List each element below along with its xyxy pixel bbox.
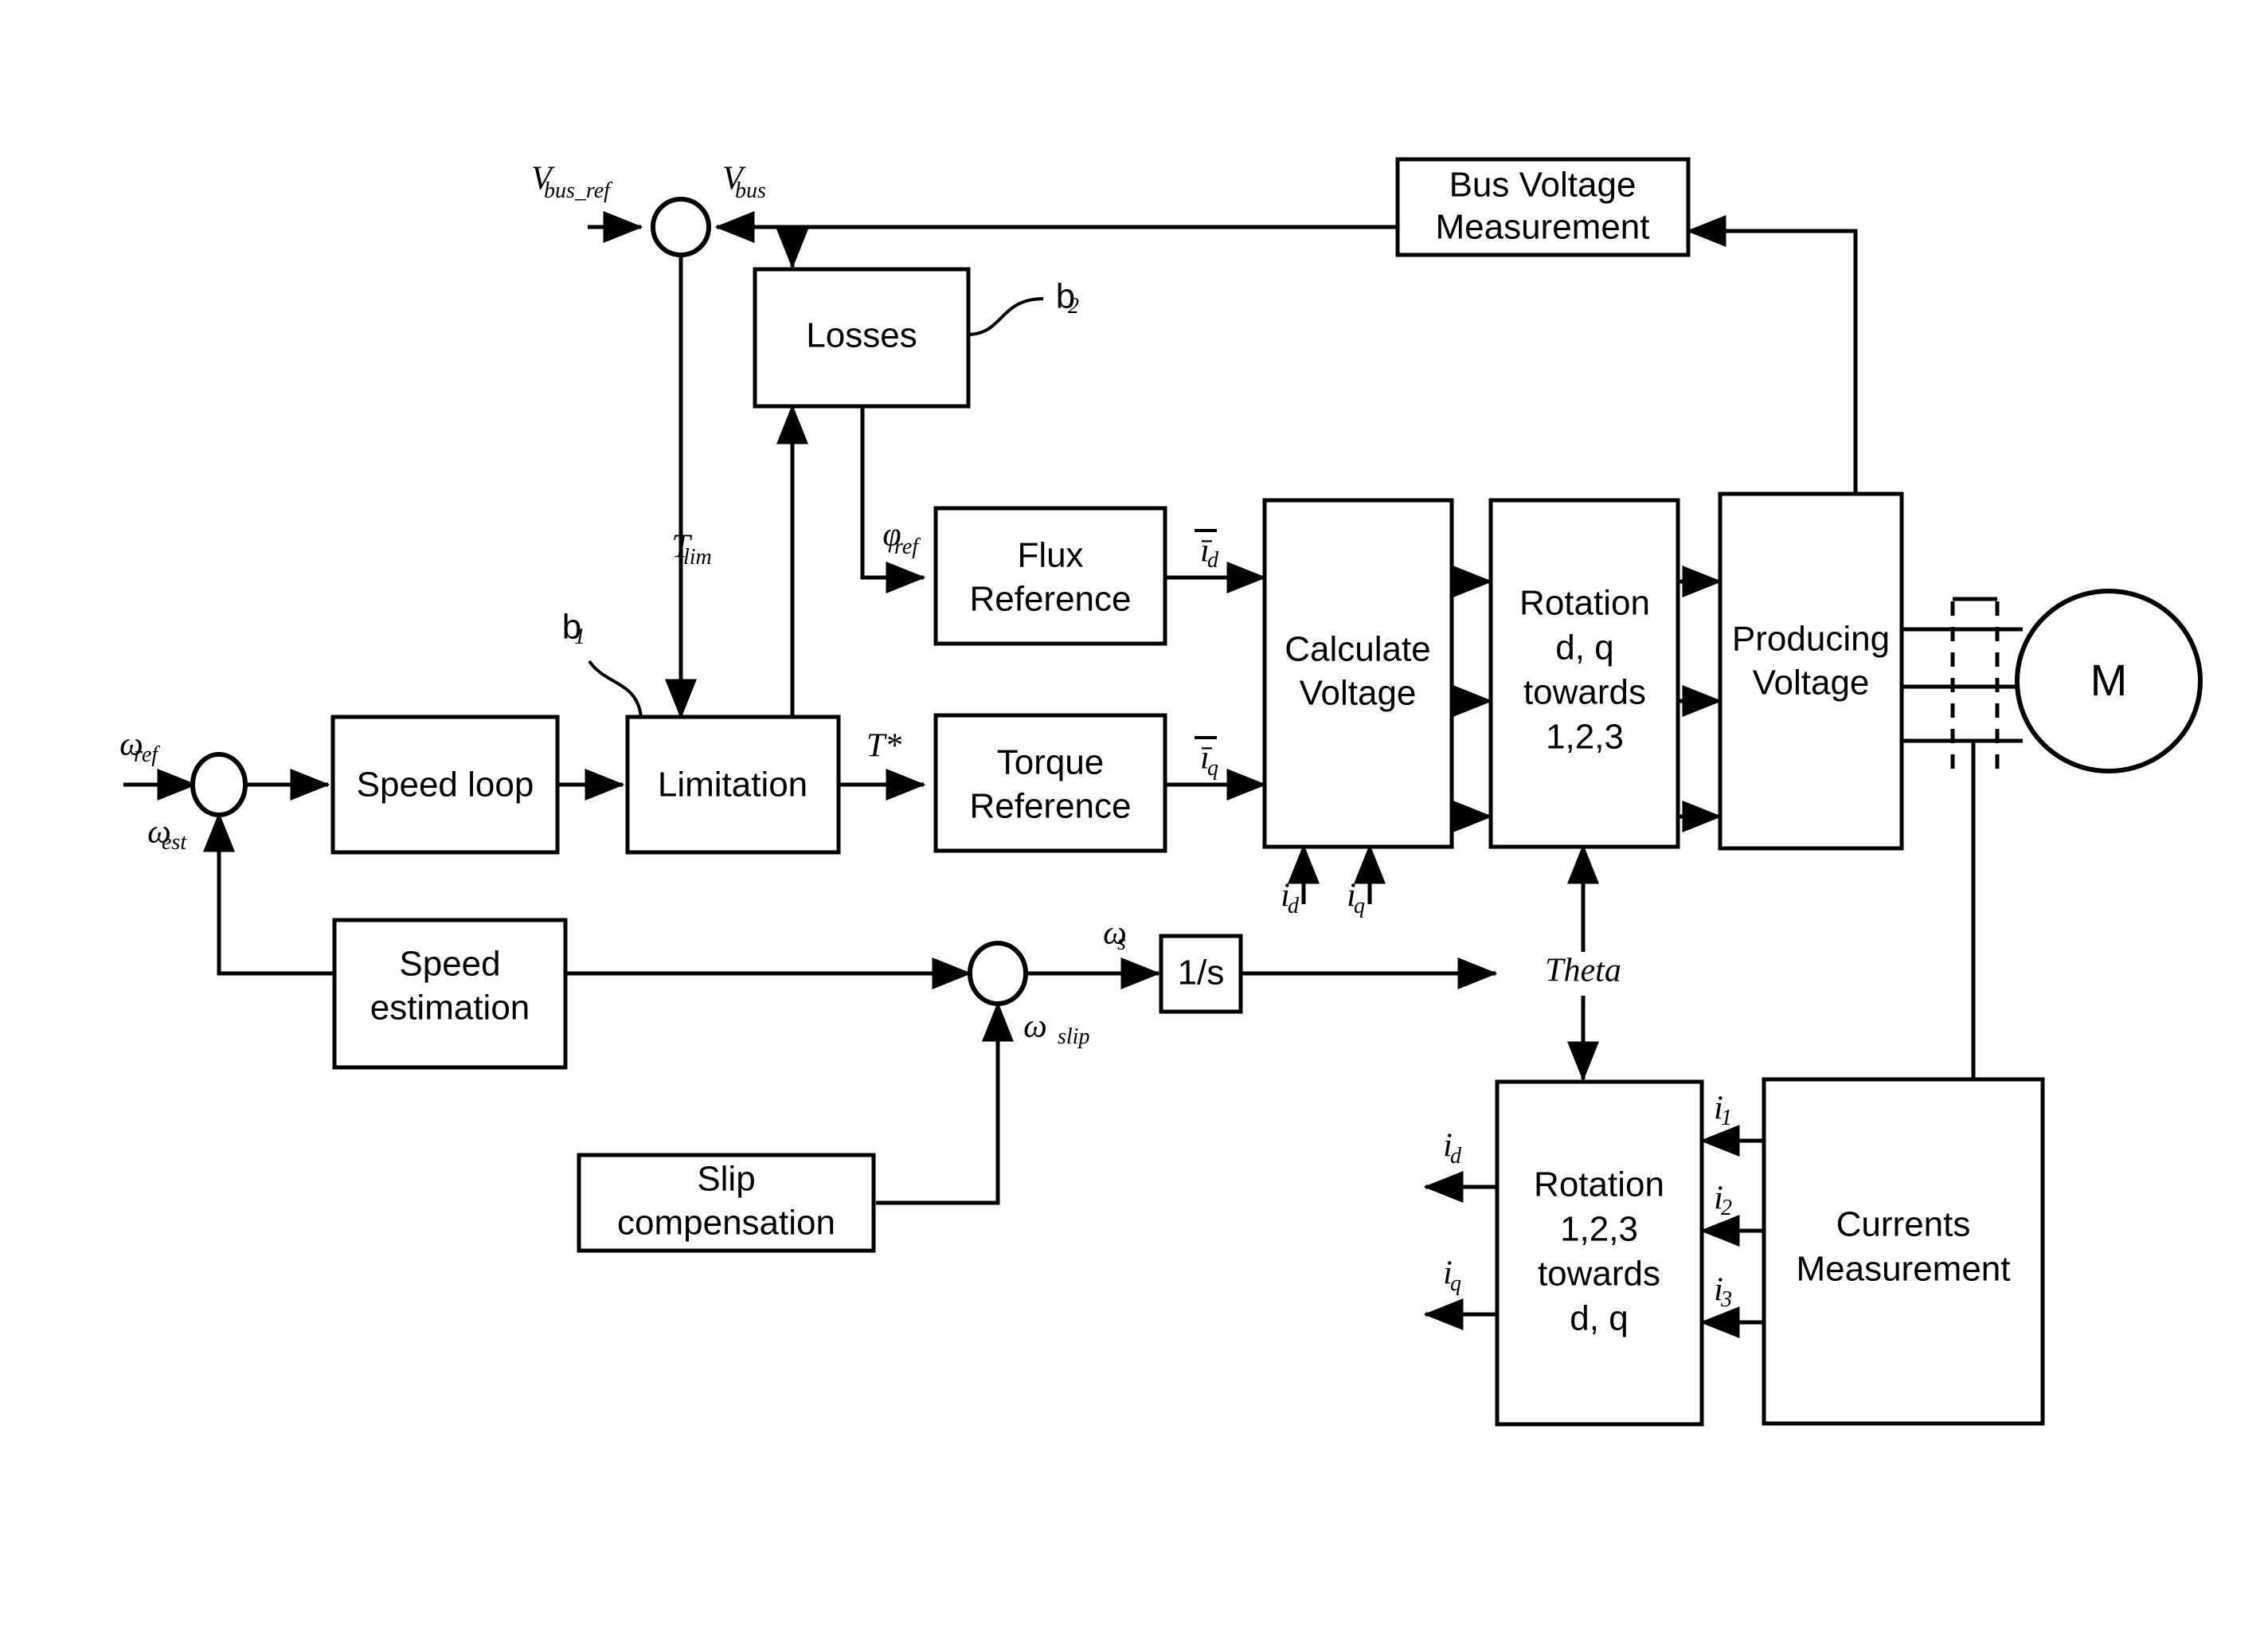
block-label-rotation-dq-2: d, q [1555, 628, 1613, 668]
block-label-bus-voltage-measurement-2: Measurement [1435, 208, 1649, 247]
block-label-speed-loop: Speed loop [357, 766, 534, 805]
block-diagram-canvas: Bus Voltage Measurement Losses Flux Refe… [0, 0, 2268, 1629]
signal-label-omega-slip: ω slip [1023, 1008, 1089, 1049]
block-label-limitation: Limitation [658, 766, 807, 805]
signal-label-i1: i 1 [1714, 1091, 1732, 1130]
block-label-slip-compensation-2: compensation [617, 1204, 835, 1243]
block-label-rotation-123-1: Rotation [1534, 1165, 1664, 1204]
signal-omega-slip-base: ω [1023, 1008, 1047, 1045]
block-label-rotation-dq-4: 1,2,3 [1546, 718, 1624, 757]
callout-b1: b 1 [562, 608, 585, 649]
signal-vbus-ref-sub: bus_ref [544, 178, 612, 203]
wire-feedback-to-speed-estimation [217, 797, 334, 976]
signal-label-iq-feedback: i q [1347, 878, 1365, 918]
block-calculate-voltage[interactable]: Calculate Voltage [1262, 498, 1454, 849]
signal-vbus-sub: bus [735, 178, 766, 203]
signal-label-omega-est: ω est [147, 814, 187, 855]
wire-calculate-voltage-to-rotation-dq [1449, 566, 1493, 832]
signal-theta: Theta [1545, 953, 1621, 989]
signal-iq-out-sub: q [1450, 1271, 1461, 1296]
block-label-currents-measurement-2: Measurement [1796, 1250, 2010, 1289]
callout-b1-sub: 1 [574, 625, 585, 649]
signal-phi-ref-sub: ref [894, 535, 921, 559]
block-speed-loop[interactable]: Speed loop [330, 715, 560, 855]
block-label-rotation-123-2: 1,2,3 [1560, 1210, 1638, 1249]
signal-label-omega-s: ω s [1103, 915, 1127, 955]
summing-junction-bus-voltage[interactable] [651, 197, 711, 257]
block-speed-estimation[interactable]: Speed estimation [332, 918, 568, 1070]
signal-label-vbus-ref: V bus_ref [531, 161, 612, 203]
signal-label-i3: i 3 [1714, 1272, 1732, 1312]
block-label-rotation-123-4: d, q [1570, 1299, 1628, 1338]
block-label-slip-compensation-1: Slip [697, 1160, 755, 1199]
block-label-calculate-voltage-2: Voltage [1300, 674, 1417, 713]
block-label-currents-measurement-1: Currents [1836, 1205, 1971, 1244]
signal-label-i2: i 2 [1714, 1181, 1732, 1220]
signal-label-id-bar: ī d [1195, 529, 1219, 573]
motor-label: M [2090, 655, 2128, 705]
signal-iq-bar-sub: q [1207, 756, 1218, 781]
summing-junction-slip[interactable] [968, 941, 1028, 1006]
block-losses[interactable]: Losses [753, 267, 971, 409]
signal-label-omega-ref: ω ref [119, 726, 160, 767]
signal-i1-sub: 1 [1721, 1106, 1732, 1130]
signal-label-iq-bar: ī q [1195, 736, 1218, 781]
wire-slip-compensation-to-slip-sum [876, 1001, 1014, 1205]
signal-label-t-lim: T lim [671, 529, 711, 570]
block-label-rotation-dq-3: towards [1523, 673, 1646, 712]
block-producing-voltage[interactable]: Producing Voltage [1718, 491, 1904, 851]
signal-label-vbus: V bus [722, 161, 766, 203]
block-label-rotation-dq-1: Rotation [1519, 584, 1650, 623]
block-flux-reference[interactable]: Flux Reference [933, 506, 1167, 646]
signal-omega-est-sub: est [162, 830, 187, 855]
block-label-producing-voltage-1: Producing [1732, 620, 1890, 659]
signal-label-iq-out: i q [1443, 1255, 1461, 1296]
signal-label-theta: Theta [1545, 953, 1621, 989]
block-torque-reference[interactable]: Torque Reference [933, 713, 1167, 853]
wire-rotation-dq-to-producing-voltage [1675, 566, 1723, 832]
block-label-rotation-123-3: towards [1538, 1255, 1660, 1294]
block-rotation-dq-to-123[interactable]: Rotation d, q towards 1,2,3 [1488, 498, 1680, 849]
summing-junction-speed[interactable] [190, 752, 248, 817]
diagram-svg: Bus Voltage Measurement Losses Flux Refe… [119, 157, 2203, 1427]
block-rotation-123-to-dq[interactable]: Rotation 1,2,3 towards d, q [1495, 1079, 1704, 1427]
block-limitation[interactable]: Limitation [625, 715, 841, 855]
block-currents-measurement[interactable]: Currents Measurement [1762, 1077, 2045, 1426]
signal-iq-feedback-sub: q [1354, 894, 1365, 918]
signal-id-bar-sub: d [1207, 548, 1219, 573]
block-label-torque-reference-1: Torque [997, 743, 1105, 782]
block-label-calculate-voltage-1: Calculate [1285, 630, 1430, 669]
block-label-bus-voltage-measurement-1: Bus Voltage [1449, 166, 1636, 205]
signal-omega-slip-sub: slip [1058, 1024, 1089, 1049]
signal-id-feedback-sub: d [1288, 894, 1300, 918]
callout-leader-b1 [588, 660, 643, 718]
block-label-flux-reference-2: Reference [969, 580, 1131, 619]
signal-t-star: T* [866, 728, 901, 765]
three-phase-connector-icon [1902, 597, 2023, 769]
block-label-losses: Losses [806, 316, 917, 355]
callout-b2-sub: 2 [1068, 294, 1079, 319]
callout-leader-b2 [967, 297, 1044, 336]
block-motor[interactable]: M [2015, 589, 2203, 773]
signal-label-phi-ref: φ ref [882, 517, 921, 559]
callout-b2: b 2 [1056, 277, 1079, 319]
signal-i2-sub: 2 [1721, 1196, 1732, 1220]
signal-omega-s-sub: s [1117, 930, 1126, 955]
signal-t-lim-sub: lim [683, 545, 712, 570]
signal-id-out-sub: d [1450, 1144, 1462, 1169]
block-slip-compensation[interactable]: Slip compensation [577, 1153, 876, 1253]
signal-label-t-star: T* [866, 728, 901, 765]
block-label-speed-estimation-1: Speed [399, 945, 500, 984]
block-label-flux-reference-1: Flux [1017, 536, 1083, 575]
signal-label-id-feedback: i d [1281, 878, 1300, 918]
signal-i3-sub: 3 [1720, 1287, 1732, 1312]
block-label-producing-voltage-2: Voltage [1753, 664, 1870, 703]
signal-label-id-out: i d [1443, 1128, 1462, 1169]
signal-omega-ref-sub: ref [134, 742, 160, 767]
block-label-torque-reference-2: Reference [969, 787, 1131, 826]
block-label-speed-estimation-2: estimation [370, 989, 530, 1028]
block-label-integrator: 1/s [1178, 954, 1225, 993]
block-bus-voltage-measurement[interactable]: Bus Voltage Measurement [1395, 157, 1691, 257]
block-integrator[interactable]: 1/s [1159, 934, 1243, 1014]
